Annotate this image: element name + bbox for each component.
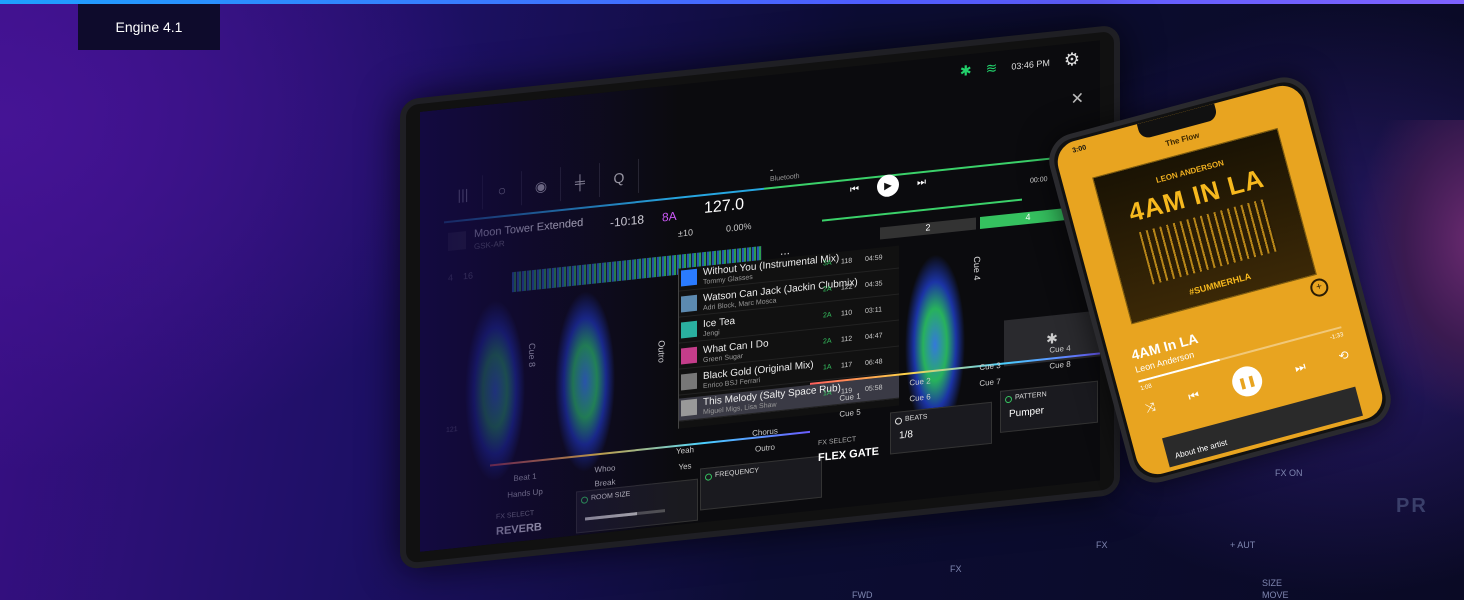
next-icon[interactable]: ⏭ — [1293, 359, 1307, 376]
param-label: FREQUENCY — [715, 467, 759, 479]
fx-label: FX — [1096, 540, 1108, 550]
deck-2-tab[interactable]: 2 — [880, 217, 976, 240]
beat-counter: 121 — [446, 425, 458, 435]
clock: 03:46 PM — [1011, 57, 1050, 72]
track-title: Moon Tower Extended — [474, 216, 584, 241]
param-indicator — [581, 496, 588, 504]
fx-select-label: FX SELECT — [818, 436, 857, 448]
phone-clock: 3:00 — [1071, 144, 1088, 155]
elapsed-time: 00:00 — [1030, 175, 1048, 185]
param-indicator — [895, 417, 902, 425]
split-icon[interactable]: ╪ — [561, 162, 600, 202]
play-button[interactable]: ▶ — [877, 173, 899, 198]
track-artist: Jengi — [703, 329, 720, 339]
version-badge: Engine 4.1 — [78, 4, 220, 50]
cue-marker-right: Cue 4 — [972, 255, 983, 281]
fx-select-value[interactable]: REVERB — [496, 521, 542, 538]
move-label: MOVE — [1262, 590, 1289, 600]
waveform-deck1[interactable] — [460, 292, 530, 490]
track-bpm: 112 — [841, 335, 853, 344]
remaining-time: -10:18 — [610, 212, 645, 230]
fx-select-label: FX SELECT — [496, 509, 535, 521]
fwd-label: FWD — [852, 590, 873, 600]
track-thumb — [681, 398, 697, 417]
param-indicator — [705, 473, 712, 481]
bluetooth-icon[interactable]: ✱ — [960, 62, 972, 80]
repeat-icon[interactable]: ⟲ — [1337, 347, 1350, 363]
cue-marker: Cue 8 — [527, 342, 538, 368]
track-key: 2A — [823, 311, 832, 320]
loop-info: 4 16 — [448, 270, 473, 283]
loop-size: 4 — [448, 272, 454, 283]
fx-on-label: FX ON — [1275, 468, 1303, 478]
param-label: BEATS — [905, 413, 928, 423]
track-artist: GSK-AR — [474, 238, 505, 252]
track-bpm: 118 — [841, 257, 853, 266]
track-duration: 04:35 — [865, 280, 883, 290]
room-size-slider[interactable] — [585, 509, 665, 521]
track-thumb — [681, 268, 697, 287]
status-bar: ✱ ≋ 03:46 PM ⚙ — [960, 49, 1080, 83]
library-list[interactable]: Without You (Instrumental Mix) Tommy Gla… — [678, 245, 899, 429]
gear-icon[interactable]: ⚙ — [1064, 49, 1080, 72]
previous-icon[interactable]: ⏮ — [1187, 387, 1201, 404]
track-title: Ice Tea — [703, 315, 736, 331]
track-bpm: 122 — [841, 283, 853, 292]
track-duration: 06:48 — [865, 358, 883, 368]
track-thumb — [681, 320, 697, 339]
add-icon[interactable]: + — [1308, 276, 1331, 299]
track-key: 2A — [823, 285, 832, 294]
beat-jump: 16 — [463, 270, 474, 282]
track-key: 2A — [823, 337, 832, 346]
track-bpm: 117 — [841, 361, 853, 370]
library-icon[interactable]: ||| — [444, 175, 483, 214]
waveform-deck1b[interactable] — [550, 282, 620, 481]
tablet-device: ✱ ≋ 03:46 PM ⚙ ✕ ||| ○ ◉ ╪ Q Moon Tower … — [400, 24, 1120, 570]
param-label: PATTERN — [1015, 391, 1047, 402]
pause-button[interactable]: ❚❚ — [1228, 363, 1266, 400]
bluetooth-source: - Bluetooth — [770, 162, 800, 183]
search-icon[interactable]: ○ — [483, 171, 522, 210]
key-display: 8A — [662, 208, 677, 225]
stage: Engine 4.1 ✱ ≋ 03:46 PM ⚙ ✕ ||| ○ ◉ ╪ Q — [0, 0, 1464, 600]
param-value: 1/8 — [899, 429, 913, 442]
engine-screen: ✱ ≋ 03:46 PM ⚙ ✕ ||| ○ ◉ ╪ Q Moon Tower … — [420, 40, 1100, 552]
track-duration: 04:59 — [865, 254, 883, 264]
room-size-fill — [585, 512, 637, 521]
track-thumb — [681, 372, 697, 391]
track-duration: 04:47 — [865, 332, 883, 342]
bpm-display: 127.0 — [704, 195, 745, 218]
pattern-param[interactable]: PATTERN Pumper — [1000, 380, 1098, 433]
next-icon[interactable]: ⏭ — [917, 176, 926, 188]
previous-icon[interactable]: ⏮ — [850, 183, 859, 195]
fx-select-value[interactable]: FLEX GATE — [818, 446, 879, 464]
hotcue-pad[interactable]: Hands Up — [490, 485, 560, 501]
param-indicator — [1005, 395, 1012, 404]
track-bpm: 110 — [841, 309, 853, 318]
wifi-icon[interactable]: ≋ — [986, 59, 998, 77]
brand-label: PR — [1396, 495, 1428, 517]
pitch-percent: 0.00% — [726, 221, 752, 234]
close-icon[interactable]: ✕ — [1071, 88, 1084, 109]
record-icon[interactable]: ◉ — [522, 167, 561, 206]
track-key: 1A — [823, 363, 832, 372]
track-thumb — [681, 346, 697, 365]
hotcue-pad[interactable]: Chorus — [730, 424, 800, 440]
param-value: Pumper — [1009, 405, 1045, 420]
shuffle-icon[interactable]: ⤨ — [1144, 399, 1157, 416]
track-duration: 03:11 — [865, 306, 882, 316]
pitch-range[interactable]: ±10 — [678, 227, 693, 239]
size-label: SIZE — [1262, 578, 1283, 588]
track-key: 3A — [823, 259, 832, 268]
param-label: ROOM SIZE — [591, 490, 631, 502]
album-art — [448, 231, 466, 251]
outro-marker: Outro — [656, 339, 667, 364]
auto-label: + AUT — [1230, 540, 1256, 550]
fx-label: FX — [950, 564, 962, 574]
quantize-icon[interactable]: Q — [600, 158, 639, 197]
transport-controls: ⏮ ▶ ⏭ — [850, 171, 926, 201]
more-icon[interactable]: ... — [780, 243, 790, 258]
hotcue-pad[interactable]: Outro — [730, 440, 800, 456]
track-thumb — [681, 294, 697, 313]
